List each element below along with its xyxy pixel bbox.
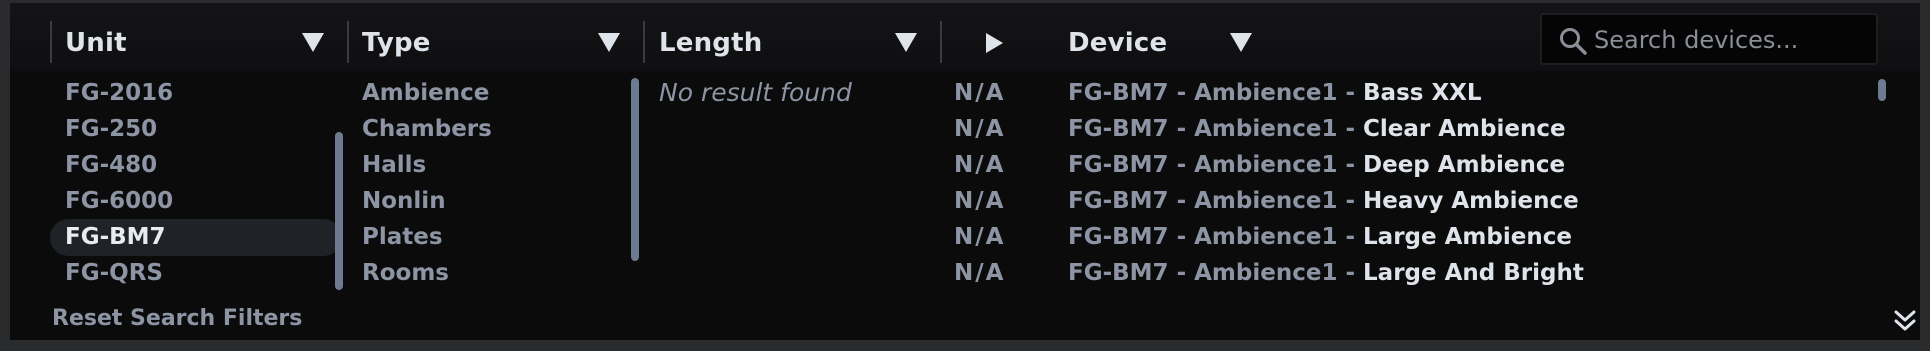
row-length: N/A: [954, 188, 1006, 214]
device-sort-dropdown-icon[interactable]: [1230, 33, 1252, 52]
device-name: Bass XXL: [1363, 80, 1482, 106]
device-row[interactable]: FG-BM7 - Ambience1 - Heavy Ambience: [1068, 188, 1579, 214]
search-box[interactable]: [1540, 13, 1878, 65]
column-divider: [347, 21, 349, 63]
length-column-title[interactable]: Length: [659, 28, 762, 58]
type-item-ambience[interactable]: Ambience: [362, 80, 489, 106]
row-length: N/A: [954, 116, 1006, 142]
device-prefix: FG-BM7 - Ambience1 -: [1068, 152, 1364, 178]
device-prefix: FG-BM7 - Ambience1 -: [1068, 188, 1364, 214]
reset-search-filters-button[interactable]: Reset Search Filters: [52, 306, 302, 331]
length-filter-dropdown-icon[interactable]: [895, 33, 917, 52]
search-input[interactable]: [1594, 23, 1864, 57]
column-divider: [50, 21, 52, 63]
device-prefix: FG-BM7 - Ambience1 -: [1068, 260, 1364, 286]
search-icon: [1560, 28, 1587, 55]
type-column-title[interactable]: Type: [362, 28, 431, 58]
device-name: Deep Ambience: [1363, 152, 1566, 178]
unit-item-fg-6000[interactable]: FG-6000: [65, 188, 173, 214]
row-length: N/A: [954, 80, 1006, 106]
column-divider: [940, 21, 942, 63]
unit-item-fg-480[interactable]: FG-480: [65, 152, 157, 178]
type-item-chambers[interactable]: Chambers: [362, 116, 492, 142]
unit-item-fg-2016[interactable]: FG-2016: [65, 80, 173, 106]
device-row[interactable]: FG-BM7 - Ambience1 - Deep Ambience: [1068, 152, 1565, 178]
device-name: Large And Bright: [1363, 260, 1584, 286]
row-length: N/A: [954, 260, 1006, 286]
type-item-plates[interactable]: Plates: [362, 224, 443, 250]
device-name: Heavy Ambience: [1363, 188, 1579, 214]
double-chevron-down-icon[interactable]: [1893, 308, 1917, 334]
results-scrollbar[interactable]: [1878, 79, 1886, 101]
device-browser: Unit Type Length Device FG-2016 FG-250 F…: [10, 3, 1920, 340]
device-row[interactable]: FG-BM7 - Ambience1 - Large And Bright: [1068, 260, 1584, 286]
length-empty-message: No result found: [659, 78, 852, 107]
unit-column-title[interactable]: Unit: [65, 28, 127, 58]
column-header-bar: Unit Type Length Device: [10, 3, 1920, 71]
unit-item-fg-250[interactable]: FG-250: [65, 116, 157, 142]
row-length: N/A: [954, 152, 1006, 178]
unit-filter-dropdown-icon[interactable]: [302, 33, 324, 52]
device-row[interactable]: FG-BM7 - Ambience1 - Large Ambience: [1068, 224, 1572, 250]
column-divider: [643, 21, 645, 63]
row-length: N/A: [954, 224, 1006, 250]
type-item-rooms[interactable]: Rooms: [362, 260, 449, 286]
device-name: Large Ambience: [1363, 224, 1572, 250]
type-filter-dropdown-icon[interactable]: [598, 33, 620, 52]
device-name: Clear Ambience: [1363, 116, 1566, 142]
device-row[interactable]: FG-BM7 - Ambience1 - Clear Ambience: [1068, 116, 1566, 142]
play-icon[interactable]: [986, 33, 1003, 53]
device-prefix: FG-BM7 - Ambience1 -: [1068, 80, 1364, 106]
type-scrollbar[interactable]: [631, 78, 639, 261]
unit-scrollbar[interactable]: [335, 132, 343, 290]
type-item-halls[interactable]: Halls: [362, 152, 426, 178]
unit-item-fg-bm7-selected[interactable]: FG-BM7: [65, 224, 166, 250]
unit-item-fg-qrs[interactable]: FG-QRS: [65, 260, 163, 286]
device-prefix: FG-BM7 - Ambience1 -: [1068, 224, 1364, 250]
device-column-title[interactable]: Device: [1068, 28, 1167, 58]
device-prefix: FG-BM7 - Ambience1 -: [1068, 116, 1364, 142]
device-row[interactable]: FG-BM7 - Ambience1 - Bass XXL: [1068, 80, 1482, 106]
type-item-nonlin[interactable]: Nonlin: [362, 188, 446, 214]
